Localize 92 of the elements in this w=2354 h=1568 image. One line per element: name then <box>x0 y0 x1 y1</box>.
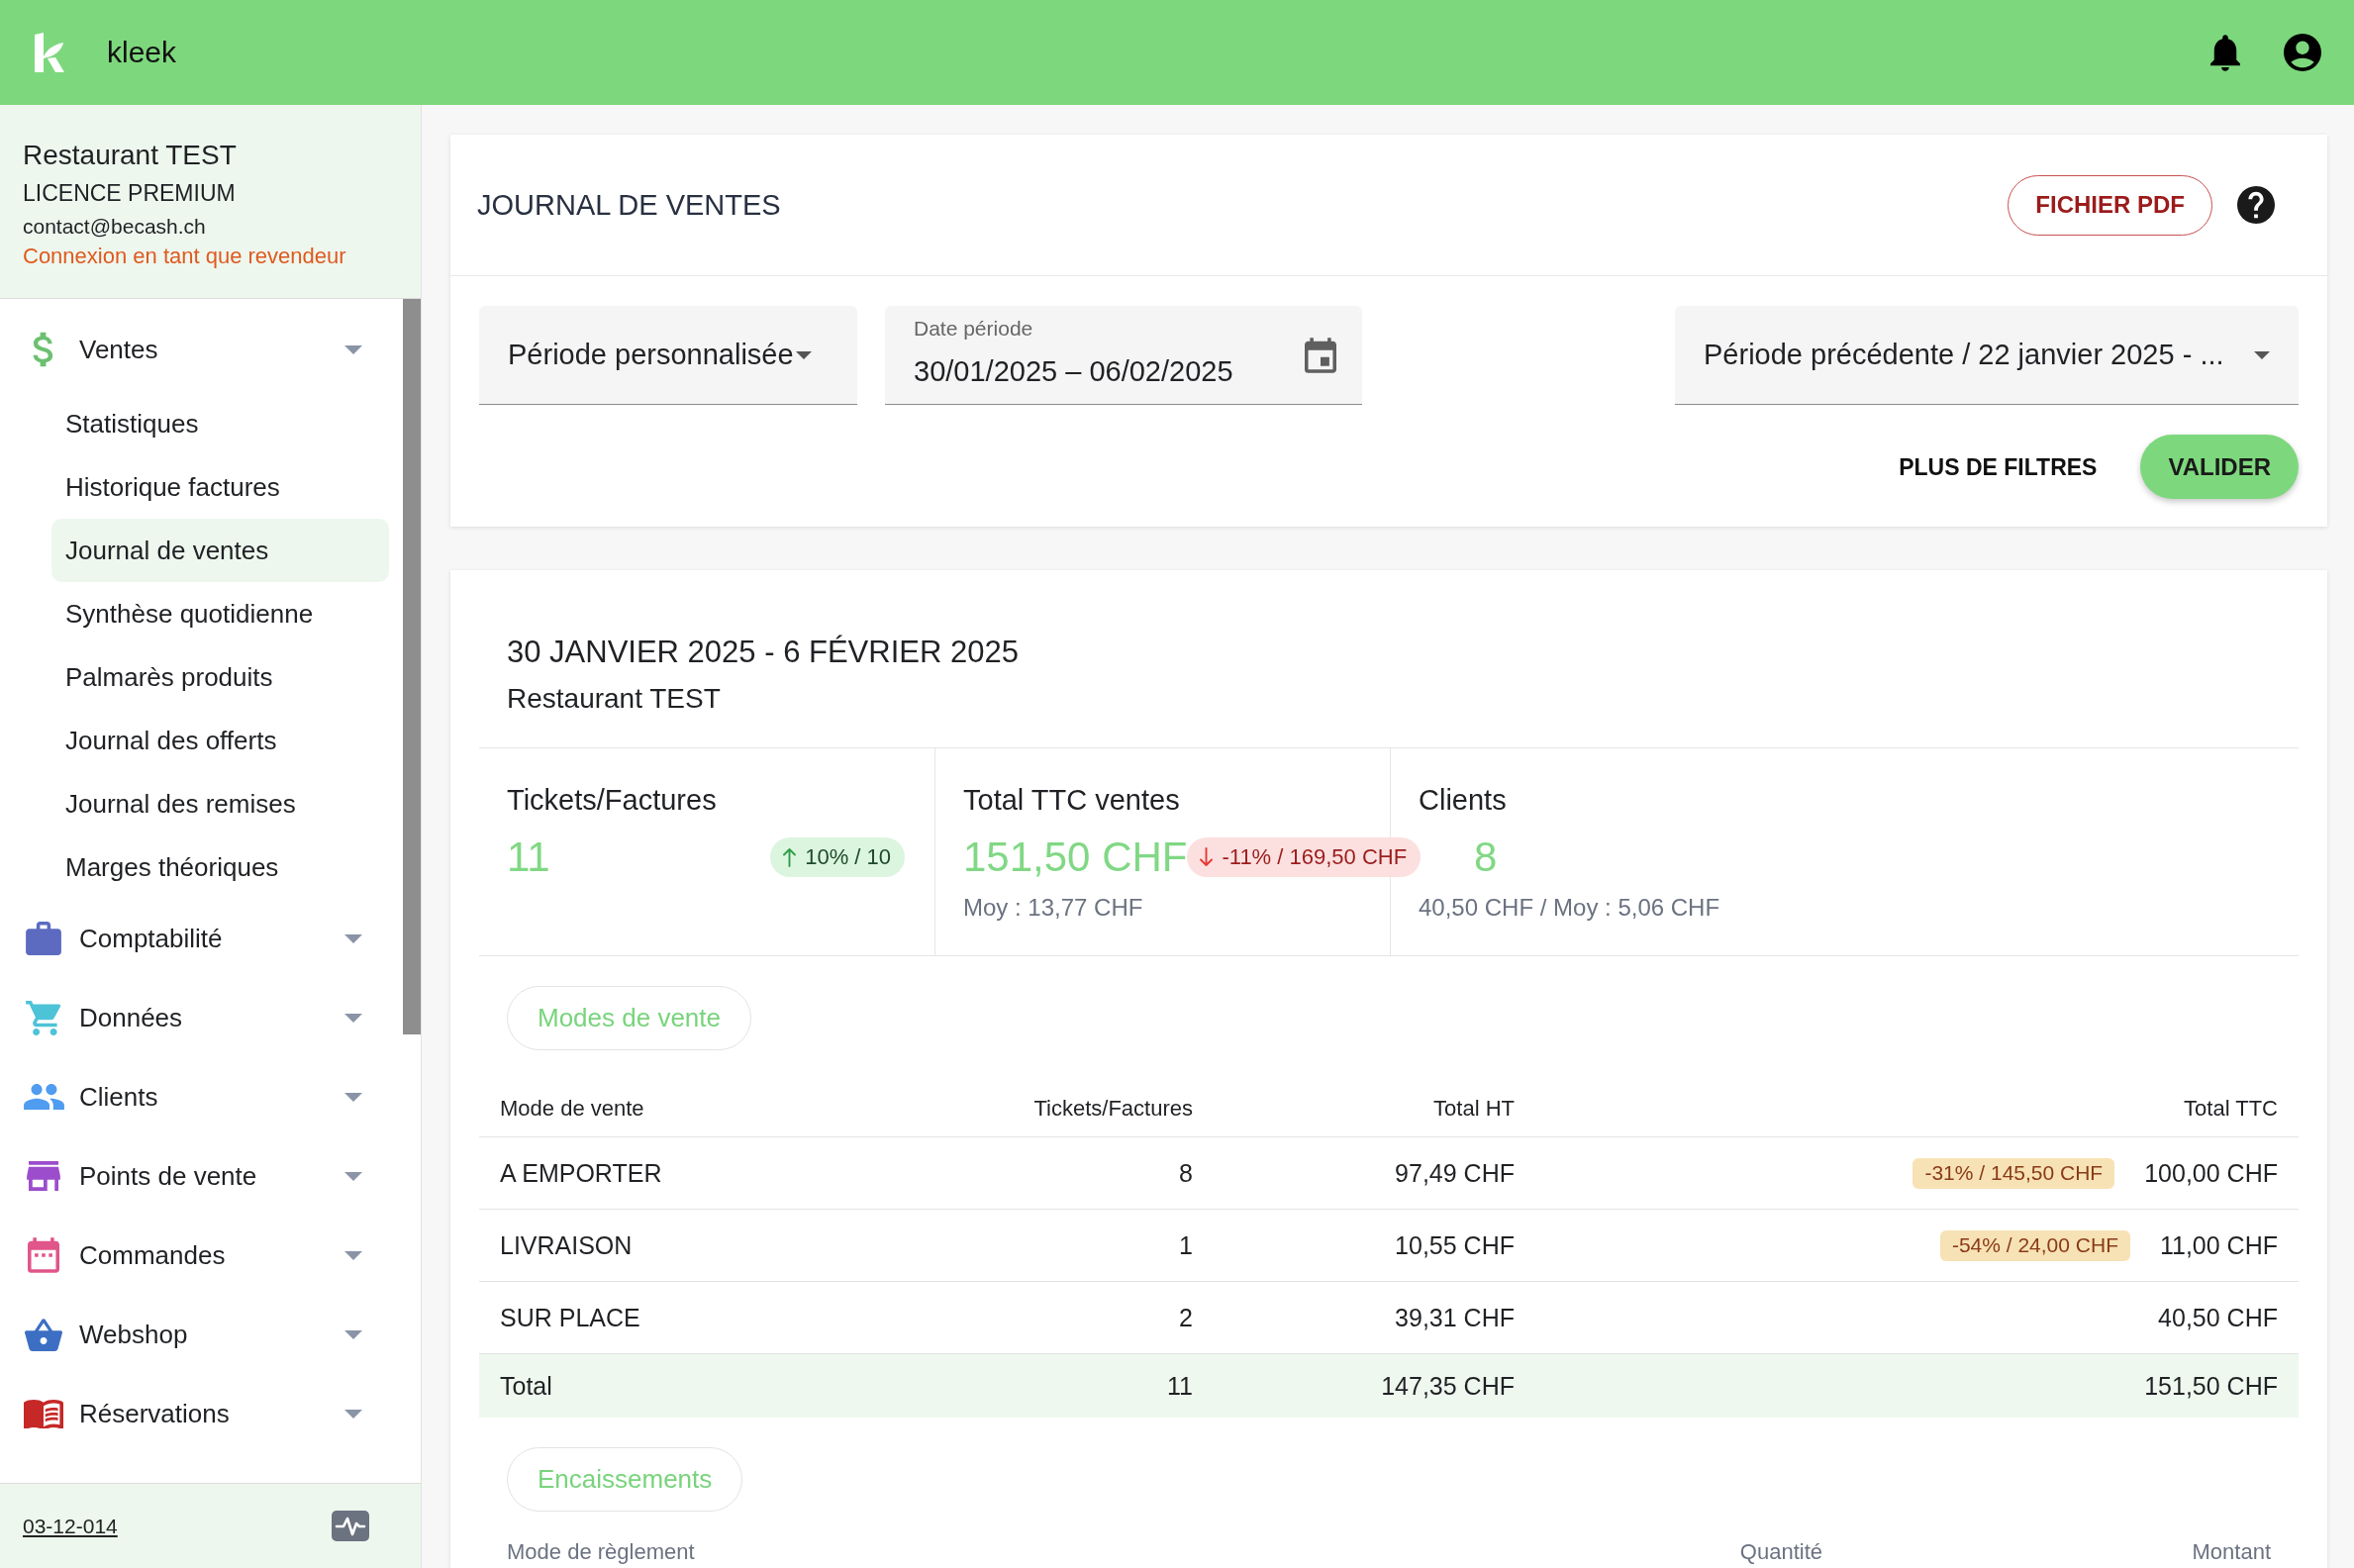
people-icon <box>23 1084 64 1110</box>
table-cell: 151,50 CHF <box>2144 1371 2278 1401</box>
kpi-value: 151,50 CHF <box>963 833 1188 882</box>
kpi-note: 40,50 CHF / Moy : 5,06 CHF <box>1419 893 1720 923</box>
nav-item[interactable]: Données <box>0 978 403 1057</box>
column-header: Total HT <box>1433 1096 1515 1122</box>
kpi-note: Moy : 13,77 CHF <box>963 893 1143 923</box>
briefcase-icon <box>26 922 61 955</box>
column-header: Mode de vente <box>500 1096 644 1122</box>
table-cell: SUR PLACE <box>500 1303 640 1332</box>
submit-button[interactable]: VALIDER <box>2140 435 2299 499</box>
column-header: Montant <box>2192 1539 2271 1565</box>
table-cell: 11,00 CHF <box>2159 1230 2278 1260</box>
nav-subitem[interactable]: Marges théoriques <box>51 835 389 899</box>
caret-icon <box>344 933 362 943</box>
kpi-label: Tickets/Factures <box>507 783 717 818</box>
nav-item[interactable]: Webshop <box>0 1295 403 1374</box>
arrow-up-icon <box>782 847 798 867</box>
trend-text: -11% / 169,50 CHF <box>1222 843 1408 871</box>
trend-text: 10% / 10 <box>805 843 891 871</box>
nav-subitem[interactable]: Historique factures <box>51 455 389 519</box>
column-header: Quantité <box>1739 1539 1822 1565</box>
period-select[interactable]: Période personnalisée <box>479 306 857 405</box>
kpi-label: Total TTC ventes <box>963 783 1180 818</box>
table-cell: 2 <box>1179 1303 1193 1332</box>
comparison-badge: -31% / 145,50 CHF <box>1913 1157 2115 1189</box>
caret-icon <box>344 1250 362 1260</box>
nav-item[interactable]: Comptabilité <box>0 899 403 978</box>
nav-item[interactable]: Réservations <box>0 1374 403 1453</box>
bell-icon[interactable] <box>2210 34 2240 71</box>
table-cell: 1 <box>1179 1230 1193 1260</box>
nav-subitem[interactable]: Statistiques <box>51 392 389 455</box>
brand-name: kleek <box>107 35 177 70</box>
nav-subitem[interactable]: Journal des remises <box>51 772 389 835</box>
reseller-notice: Connexion en tant que revendeur <box>23 243 346 270</box>
nav-item[interactable]: Ventes <box>0 310 403 389</box>
user-icon[interactable] <box>2284 34 2321 71</box>
arrow-down-icon <box>1199 847 1215 867</box>
kpi-label: Clients <box>1419 783 1507 818</box>
calendar-icon[interactable] <box>1305 337 1336 373</box>
caret-icon <box>344 1409 362 1419</box>
report-title: 30 JANVIER 2025 - 6 FÉVRIER 2025 <box>507 634 1019 671</box>
basket-icon <box>25 1318 62 1351</box>
logo-icon <box>35 33 64 72</box>
table-cell: 11 <box>1167 1371 1193 1401</box>
caret-icon <box>344 344 362 354</box>
more-filters-button[interactable]: PLUS DE FILTRES <box>1899 451 2098 482</box>
cart-icon <box>25 1000 62 1035</box>
caret-icon <box>344 1329 362 1339</box>
nav-item[interactable]: Commandes <box>0 1216 403 1295</box>
table-cell: 147,35 CHF <box>1381 1371 1515 1401</box>
table-cell: 39,31 CHF <box>1395 1303 1515 1332</box>
scrollbar-thumb[interactable] <box>403 299 421 1034</box>
caret-icon <box>344 1092 362 1102</box>
kpi-value: 8 <box>1474 833 1498 882</box>
kpi-value: 11 <box>507 833 550 882</box>
license-label: LICENCE PREMIUM <box>23 179 236 208</box>
table-cell: 8 <box>1179 1158 1193 1188</box>
column-header: Tickets/Factures <box>1033 1096 1193 1122</box>
column-header: Total TTC <box>2184 1096 2278 1122</box>
comparison-badge: -54% / 24,00 CHF <box>1939 1229 2130 1261</box>
nav-subitem[interactable]: Journal des offerts <box>51 709 389 772</box>
comparison-select[interactable]: Période précédente / 22 janvier 2025 - ... <box>1675 306 2299 405</box>
column-header: Mode de règlement <box>507 1539 695 1565</box>
book-icon <box>24 1399 63 1428</box>
activity-icon[interactable] <box>332 1511 369 1541</box>
table-cell: 97,49 CHF <box>1395 1158 1515 1188</box>
caret-icon <box>344 1013 362 1023</box>
store-icon <box>27 1161 60 1191</box>
report-subtitle: Restaurant TEST <box>507 682 721 716</box>
calendar-icon <box>28 1237 59 1273</box>
nav-subitem[interactable]: Palmarès produits <box>51 645 389 709</box>
caret-icon <box>344 1171 362 1181</box>
account-email: contact@becash.ch <box>23 214 206 240</box>
table-cell: A EMPORTER <box>500 1158 662 1188</box>
nav-item[interactable]: Points de vente <box>0 1136 403 1216</box>
table-cell: Total <box>500 1371 552 1401</box>
table-cell: 40,50 CHF <box>2158 1303 2278 1332</box>
page-title: JOURNAL DE VENTES <box>477 188 781 222</box>
pdf-button[interactable]: FICHIER PDF <box>2008 174 2212 236</box>
table-cell: 100,00 CHF <box>2144 1158 2278 1188</box>
table-cell: LIVRAISON <box>500 1230 633 1260</box>
restaurant-name: Restaurant TEST <box>23 139 237 172</box>
date-field[interactable]: Date période 30/01/2025 – 06/02/2025 <box>885 306 1362 405</box>
caret-icon <box>795 350 812 359</box>
nav-subitem[interactable]: Synthèse quotidienne <box>51 582 389 645</box>
table-cell: 10,55 CHF <box>1395 1230 1515 1260</box>
nav-item[interactable]: Clients <box>0 1057 403 1136</box>
caret-icon <box>2254 350 2270 359</box>
help-icon[interactable] <box>2237 186 2275 224</box>
version-link[interactable]: 03-12-014 <box>23 1514 118 1538</box>
nav-subitem[interactable]: Journal de ventes <box>51 519 389 582</box>
